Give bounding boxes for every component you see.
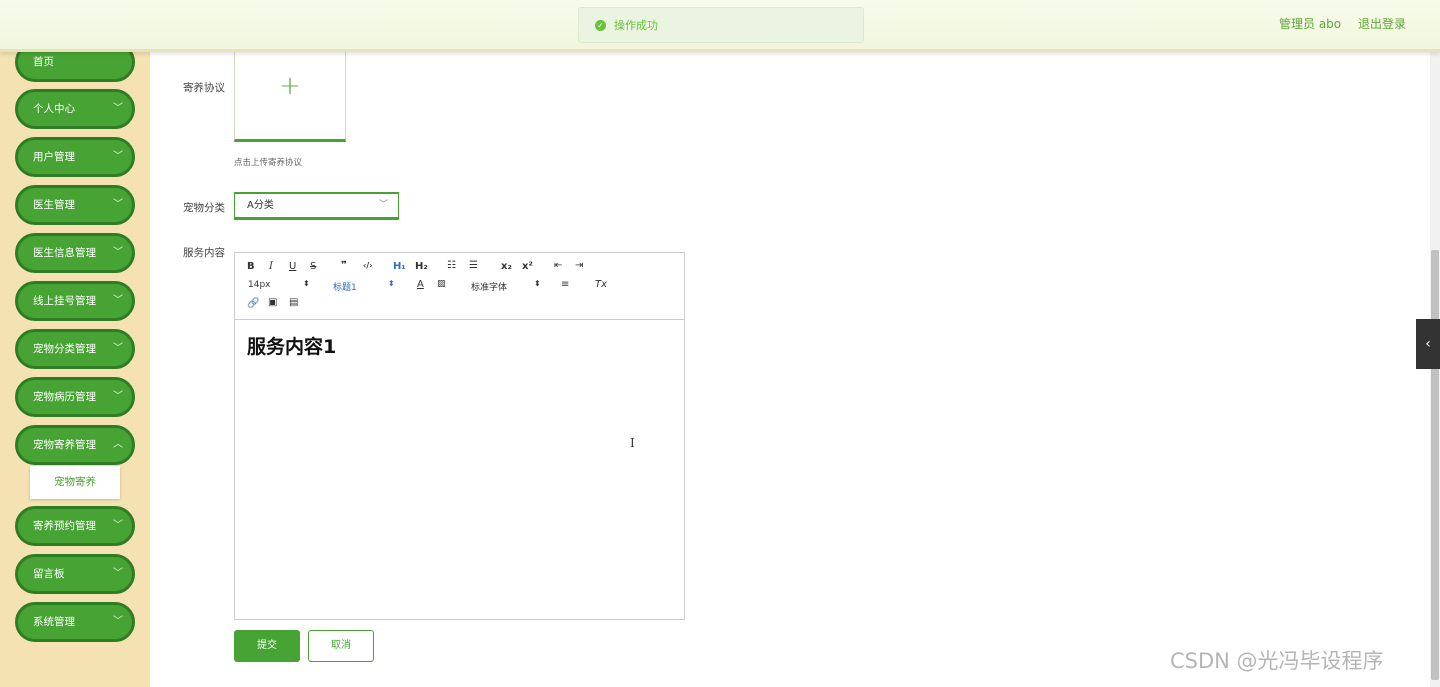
menu-boarding-reservation[interactable]: 寄养预约管理 ﹀ xyxy=(15,506,135,546)
strikethrough-icon[interactable]: S xyxy=(310,261,316,272)
bullet-list-icon[interactable]: ☰ xyxy=(469,260,478,271)
updown-icon: ⬍ xyxy=(303,279,310,288)
indent-icon[interactable]: ⇥ xyxy=(575,260,583,271)
content-heading: 服务内容1 xyxy=(247,336,337,358)
chevron-down-icon: ﹀ xyxy=(113,616,123,627)
plus-icon: + xyxy=(279,71,301,101)
heading-select[interactable]: 标题1 xyxy=(333,280,357,293)
menu-system-management[interactable]: 系统管理 ﹀ xyxy=(15,602,135,642)
menu-doctor-info-management[interactable]: 医生信息管理 ﹀ xyxy=(15,233,135,273)
menu-label: 宠物寄养管理 xyxy=(33,439,96,451)
chevron-down-icon: ﹀ xyxy=(113,295,123,306)
menu-label: 线上挂号管理 xyxy=(33,295,96,307)
submenu-pet-boarding[interactable]: 宠物寄养 xyxy=(30,466,120,499)
underline-icon[interactable]: U xyxy=(289,261,296,272)
submit-button[interactable]: 提交 xyxy=(234,630,300,662)
chevron-down-icon: ﹀ xyxy=(113,343,123,354)
bold-icon[interactable]: B xyxy=(247,261,255,272)
menu-pet-boarding[interactable]: 宠物寄养管理 ︿ xyxy=(15,425,135,465)
menu-label: 个人中心 xyxy=(33,103,75,115)
font-family-value: 标准字体 xyxy=(471,283,508,293)
font-family-select[interactable]: 标准字体 xyxy=(471,280,507,293)
link-icon[interactable]: 🔗 xyxy=(247,298,259,309)
agreement-upload[interactable]: + xyxy=(234,44,346,142)
menu-pet-category[interactable]: 宠物分类管理 ﹀ xyxy=(15,329,135,369)
menu-label: 寄养预约管理 xyxy=(33,520,96,532)
menu-label: 医生管理 xyxy=(33,199,75,211)
menu-label: 宠物分类管理 xyxy=(33,343,96,355)
menu-label: 系统管理 xyxy=(33,616,75,628)
menu-user-management[interactable]: 用户管理 ﹀ xyxy=(15,137,135,177)
chevron-down-icon: ﹀ xyxy=(113,199,123,210)
chevron-down-icon: ﹀ xyxy=(113,391,123,402)
chevron-up-icon: ︿ xyxy=(113,439,123,450)
admin-user-label: 管理员 abo xyxy=(1279,17,1342,31)
chevron-down-icon: ﹀ xyxy=(113,247,123,258)
font-size-select[interactable]: 14px xyxy=(248,280,271,290)
heading2-icon[interactable]: H₂ xyxy=(415,261,428,272)
chevron-down-icon: ﹀ xyxy=(113,520,123,531)
clear-format-icon[interactable]: Tx xyxy=(595,279,607,290)
superscript-icon[interactable]: x² xyxy=(522,261,533,272)
blockquote-icon[interactable]: ❞ xyxy=(341,260,347,271)
success-toast: ✓ 操作成功 xyxy=(578,7,864,43)
menu-label: 首页 xyxy=(33,56,54,68)
category-label: 宠物分类 xyxy=(183,202,225,214)
check-circle-icon: ✓ xyxy=(595,19,606,31)
outdent-icon[interactable]: ⇤ xyxy=(554,260,562,271)
menu-label: 医生信息管理 xyxy=(33,247,96,259)
watermark: CSDN @光冯毕设程序 xyxy=(1170,649,1384,673)
align-icon[interactable]: ≡ xyxy=(561,279,569,290)
menu-label: 留言板 xyxy=(33,568,65,580)
editor-toolbar: B I U S ❞ ‹/› H₁ H₂ ☷ ☰ x₂ x² ⇤ ⇥ 14px ⬍… xyxy=(235,253,684,320)
updown-icon: ⬍ xyxy=(388,279,395,288)
menu-label: 用户管理 xyxy=(33,151,75,163)
content-label: 服务内容 xyxy=(183,247,225,259)
editor-content[interactable]: 服务内容1 xyxy=(235,320,684,371)
heading1-icon[interactable]: H₁ xyxy=(393,261,406,272)
toast-message: 操作成功 xyxy=(614,19,658,32)
font-size-value: 14px xyxy=(248,280,271,290)
rich-text-editor: B I U S ❞ ‹/› H₁ H₂ ☷ ☰ x₂ x² ⇤ ⇥ 14px ⬍… xyxy=(234,252,685,620)
upload-hint: 点击上传寄养协议 xyxy=(234,158,303,168)
text-cursor-icon: I xyxy=(630,436,635,450)
chevron-down-icon: ﹀ xyxy=(113,103,123,114)
menu-doctor-management[interactable]: 医生管理 ﹀ xyxy=(15,185,135,225)
scrollbar-thumb[interactable] xyxy=(1431,250,1439,680)
font-color-icon[interactable]: A xyxy=(417,279,424,290)
italic-icon[interactable]: I xyxy=(269,261,273,272)
menu-message-board[interactable]: 留言板 ﹀ xyxy=(15,554,135,594)
menu-personal-center[interactable]: 个人中心 ﹀ xyxy=(15,89,135,129)
image-icon[interactable]: ▣ xyxy=(268,297,277,308)
updown-icon: ⬍ xyxy=(534,279,541,288)
code-block-icon[interactable]: ‹/› xyxy=(363,261,373,270)
menu-label: 宠物病历管理 xyxy=(33,391,96,403)
agreement-label: 寄养协议 xyxy=(183,82,225,94)
chevron-down-icon: ﹀ xyxy=(378,200,388,210)
ordered-list-icon[interactable]: ☷ xyxy=(447,260,456,271)
background-color-icon[interactable]: ▨ xyxy=(437,279,446,289)
category-select[interactable]: A分类 ﹀ xyxy=(234,192,399,220)
chevron-down-icon: ﹀ xyxy=(113,568,123,579)
cancel-button[interactable]: 取消 xyxy=(308,630,374,662)
chevron-down-icon: ﹀ xyxy=(113,151,123,162)
subscript-icon[interactable]: x₂ xyxy=(501,261,512,272)
video-icon[interactable]: ▤ xyxy=(289,297,298,308)
chevron-left-icon[interactable]: ‹ xyxy=(1416,319,1440,369)
heading-value: 标题1 xyxy=(333,283,357,293)
menu-online-registration[interactable]: 线上挂号管理 ﹀ xyxy=(15,281,135,321)
logout-link[interactable]: 退出登录 xyxy=(1358,15,1406,32)
category-value: A分类 xyxy=(247,200,274,211)
menu-pet-medical-records[interactable]: 宠物病历管理 ﹀ xyxy=(15,377,135,417)
